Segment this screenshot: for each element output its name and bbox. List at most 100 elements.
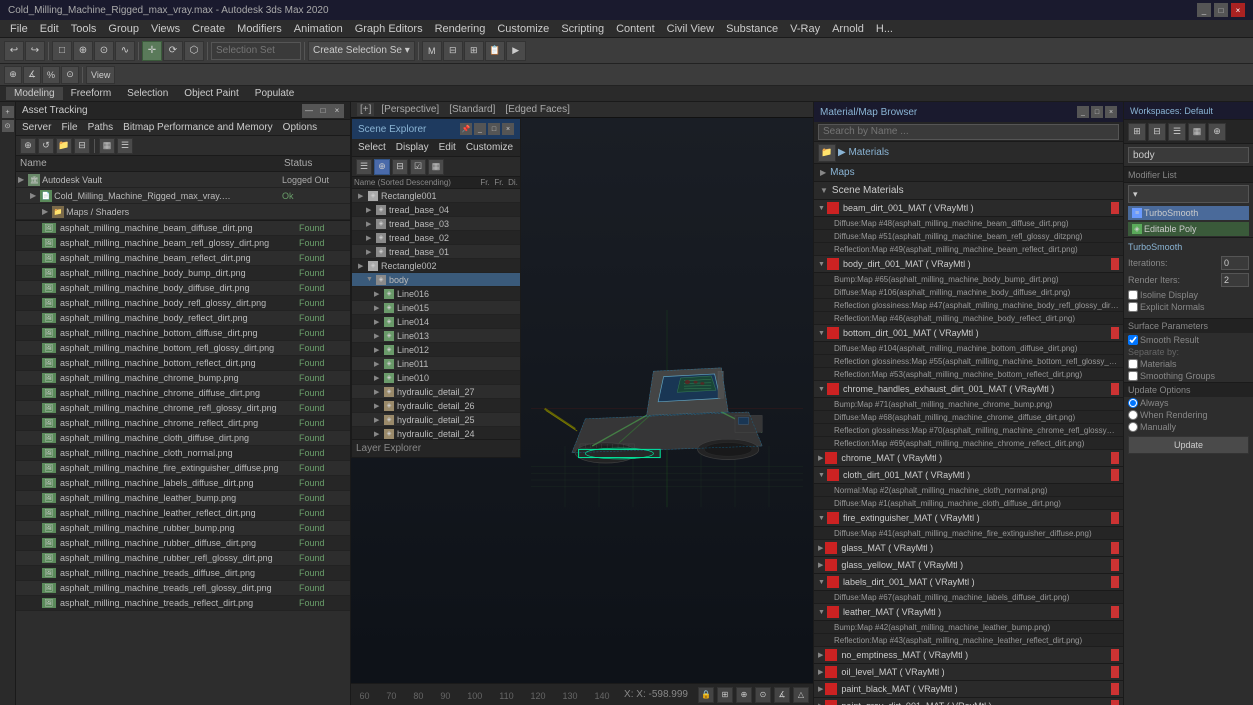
material-sub-item[interactable]: Diffuse:Map #67(asphalt_milling_machine_…	[814, 591, 1123, 604]
asset-top-item-maps[interactable]: ▶ 📁 Maps / Shaders	[16, 204, 350, 220]
scene-row[interactable]: ▶ ◈ Line010	[352, 371, 520, 385]
right-tb-btn-4[interactable]: ▦	[1188, 123, 1206, 141]
asset-row[interactable]: 🖼 asphalt_milling_machine_chrome_diffuse…	[16, 386, 350, 401]
scene-explorer-close[interactable]: ×	[502, 123, 514, 135]
viewport-content[interactable]: Total Polys: 1 013 658 Verts: 56 093 FPS…	[351, 118, 813, 705]
scene-row[interactable]: ▶ ◈ hydraulic_detail_24	[352, 427, 520, 439]
material-sub-item[interactable]: Reflection:Map #49(asphalt_milling_machi…	[814, 243, 1123, 256]
menu-arnold[interactable]: Arnold	[826, 21, 870, 37]
surface-params-header[interactable]: Surface Parameters	[1124, 319, 1253, 333]
viewport-tag-edged-faces[interactable]: [Edged Faces]	[502, 103, 572, 116]
scene-row[interactable]: ▶ ◈ hydraulic_detail_25	[352, 413, 520, 427]
mode-object-paint[interactable]: Object Paint	[176, 87, 246, 100]
material-header[interactable]: ▼ body_dirt_001_MAT ( VRayMtl )	[814, 256, 1123, 273]
scene-row[interactable]: ▶ ◈ Line013	[352, 329, 520, 343]
viewport-tag-perspective[interactable]: [Perspective]	[378, 103, 442, 116]
layer-manager-btn[interactable]: ⊞	[464, 41, 484, 61]
material-sub-item[interactable]: Reflection:Map #43(asphalt_milling_machi…	[814, 634, 1123, 647]
asset-row[interactable]: 🖼 asphalt_milling_machine_body_diffuse_d…	[16, 281, 350, 296]
asset-row[interactable]: 🖼 asphalt_milling_machine_rubber_refl_gl…	[16, 551, 350, 566]
isoline-checkbox[interactable]	[1128, 290, 1138, 300]
scene-row[interactable]: ▶ ◈ tread_base_02	[352, 231, 520, 245]
menu-substance[interactable]: Substance	[720, 21, 784, 37]
asset-row[interactable]: 🖼 asphalt_milling_machine_bottom_diffuse…	[16, 326, 350, 341]
material-sub-item[interactable]: Diffuse:Map #104(asphalt_milling_machine…	[814, 342, 1123, 355]
mode-modeling[interactable]: Modeling	[6, 87, 63, 100]
redo-btn[interactable]: ↪	[25, 41, 45, 61]
viewport-tag-plus[interactable]: [+]	[357, 103, 374, 116]
explicit-normals-checkbox[interactable]	[1128, 302, 1138, 312]
right-tb-btn-5[interactable]: ⊕	[1208, 123, 1226, 141]
material-sub-item[interactable]: Diffuse:Map #106(asphalt_milling_machine…	[814, 286, 1123, 299]
menu-rendering[interactable]: Rendering	[429, 21, 492, 37]
percent-snap-btn[interactable]: %	[42, 66, 60, 84]
scene-row[interactable]: ▶ ◈ Line011	[352, 357, 520, 371]
asset-row[interactable]: 🖼 asphalt_milling_machine_chrome_bump.pn…	[16, 371, 350, 386]
scene-row[interactable]: ▶ ◈ Line014	[352, 315, 520, 329]
asset-row[interactable]: 🖼 asphalt_milling_machine_body_bump_dirt…	[16, 266, 350, 281]
asset-row[interactable]: 🖼 asphalt_milling_machine_chrome_reflect…	[16, 416, 350, 431]
update-manually-radio[interactable]	[1128, 422, 1138, 432]
scene-menu-display[interactable]: Display	[392, 141, 433, 154]
scene-row[interactable]: ▼ ◈ body	[352, 273, 520, 287]
asset-menu-server[interactable]: Server	[18, 121, 55, 134]
menu-civil-view[interactable]: Civil View	[661, 21, 720, 37]
asset-row[interactable]: 🖼 asphalt_milling_machine_rubber_diffuse…	[16, 536, 350, 551]
asset-top-item-vault[interactable]: ▶ 🏛 Autodesk Vault Logged Out	[16, 172, 350, 188]
render-btn[interactable]: ▶	[506, 41, 526, 61]
material-header[interactable]: ▶ no_emptiness_MAT ( VRayMtl )	[814, 647, 1123, 664]
asset-menu-paths[interactable]: Paths	[84, 121, 118, 134]
menu-tools[interactable]: Tools	[65, 21, 103, 37]
rotate-btn[interactable]: ⟳	[163, 41, 183, 61]
material-header[interactable]: ▼ fire_extinguisher_MAT ( VRayMtl )	[814, 510, 1123, 527]
snap-3d-btn[interactable]: ⊙	[755, 687, 771, 703]
scene-row[interactable]: ▶ ◈ Rectangle001	[352, 189, 520, 203]
menu-h[interactable]: H...	[870, 21, 899, 37]
scene-materials-header[interactable]: ▼ Scene Materials	[814, 182, 1123, 200]
asset-row[interactable]: 🖼 asphalt_milling_machine_treads_diffuse…	[16, 566, 350, 581]
menu-scripting[interactable]: Scripting	[555, 21, 610, 37]
asset-panel-minimize[interactable]: —	[302, 104, 316, 118]
asset-menu-file[interactable]: File	[57, 121, 81, 134]
asset-tb-btn-6[interactable]: ☰	[117, 138, 133, 154]
angle-snap2-btn[interactable]: ∡	[774, 687, 790, 703]
scene-row[interactable]: ▶ ◈ tread_base_03	[352, 217, 520, 231]
right-tb-btn-1[interactable]: ⊞	[1128, 123, 1146, 141]
asset-row[interactable]: 🖼 asphalt_milling_machine_beam_diffuse_d…	[16, 221, 350, 236]
scene-row[interactable]: ▶ ◈ Line016	[352, 287, 520, 301]
mirror-btn[interactable]: M	[422, 41, 442, 61]
asset-row[interactable]: 🖼 asphalt_milling_machine_leather_bump.p…	[16, 491, 350, 506]
asset-panel-maximize[interactable]: □	[316, 104, 330, 118]
mode-freeform[interactable]: Freeform	[63, 87, 120, 100]
scene-tb-btn-4[interactable]: ☑	[410, 159, 426, 175]
material-sub-item[interactable]: Reflection glossiness:Map #47(asphalt_mi…	[814, 299, 1123, 312]
modifier-turbosmooth[interactable]: ≡ TurboSmooth	[1128, 206, 1249, 220]
close-btn[interactable]: ×	[1231, 3, 1245, 17]
left-strip-btn-2[interactable]: ⊙	[2, 120, 14, 132]
viewport-tag-standard[interactable]: [Standard]	[446, 103, 498, 116]
mat-browser-minimize[interactable]: _	[1077, 106, 1089, 118]
asset-row[interactable]: 🖼 asphalt_milling_machine_body_reflect_d…	[16, 311, 350, 326]
window-crossing-btn[interactable]: ∿	[115, 41, 135, 61]
mode-populate[interactable]: Populate	[247, 87, 302, 100]
material-sub-item[interactable]: Diffuse:Map #48(asphalt_milling_machine_…	[814, 217, 1123, 230]
asset-row[interactable]: 🖼 asphalt_milling_machine_cloth_diffuse_…	[16, 431, 350, 446]
spinner-snap-btn[interactable]: ⊙	[61, 66, 79, 84]
material-header[interactable]: ▼ cloth_dirt_001_MAT ( VRayMtl )	[814, 467, 1123, 484]
grid-btn[interactable]: ⊞	[717, 687, 733, 703]
asset-row[interactable]: 🖼 asphalt_milling_machine_body_refl_glos…	[16, 296, 350, 311]
asset-row[interactable]: 🖼 asphalt_milling_machine_rubber_bump.pn…	[16, 521, 350, 536]
update-button[interactable]: Update	[1128, 436, 1249, 454]
asset-tb-btn-1[interactable]: ⊕	[20, 138, 36, 154]
material-sub-item[interactable]: Normal:Map #2(asphalt_milling_machine_cl…	[814, 484, 1123, 497]
menu-file[interactable]: File	[4, 21, 34, 37]
material-header[interactable]: ▼ labels_dirt_001_MAT ( VRayMtl )	[814, 574, 1123, 591]
asset-row[interactable]: 🖼 asphalt_milling_machine_beam_refl_glos…	[16, 236, 350, 251]
asset-menu-options[interactable]: Options	[279, 121, 321, 134]
asset-row[interactable]: 🖼 asphalt_milling_machine_bottom_reflect…	[16, 356, 350, 371]
asset-tb-btn-3[interactable]: 📁	[56, 138, 72, 154]
select-by-name-btn[interactable]: ⊕	[73, 41, 93, 61]
snap-2d-btn[interactable]: ⊕	[736, 687, 752, 703]
update-options-header[interactable]: Update Options	[1124, 383, 1253, 397]
modifier-dropdown[interactable]: ▾	[1128, 185, 1249, 203]
